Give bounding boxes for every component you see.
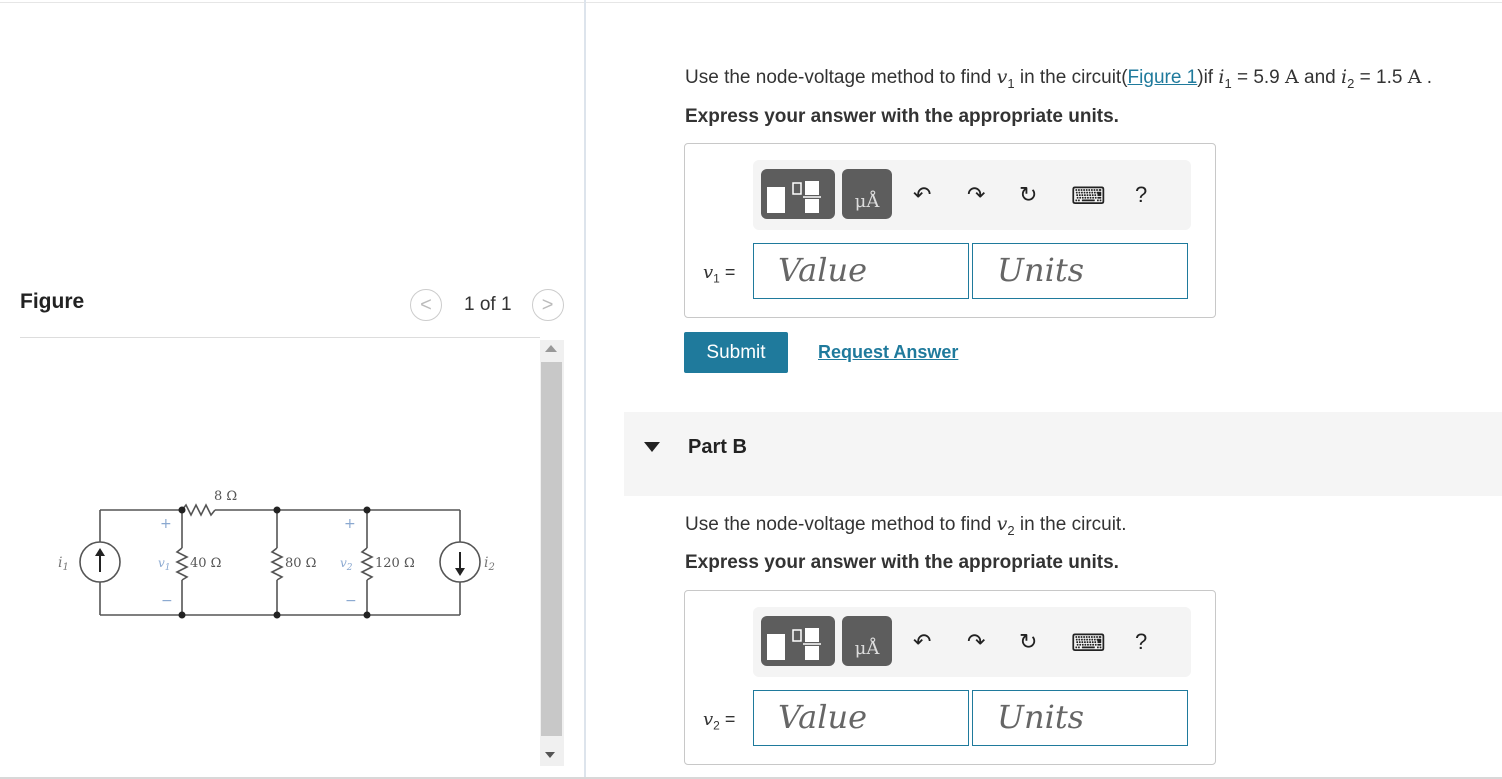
figure-divider [20, 337, 540, 338]
scroll-down-arrow-icon[interactable] [545, 752, 555, 758]
next-figure-button[interactable]: > [531, 289, 564, 321]
and-text: and [1298, 67, 1342, 88]
r120-label: 120 Ω [375, 556, 415, 571]
q-end: . [1421, 67, 1432, 88]
part-a-q-var-sub: 1 [1007, 75, 1015, 91]
v2-label: v2 [340, 556, 353, 573]
figure-scrollbar[interactable] [540, 340, 564, 766]
part-a-question: Use the node-voltage method to find v1 i… [685, 66, 1432, 91]
figure-pane: Figure < 1 of 1 > 8 Ω 40 Ω 80 Ω 120 Ω i1… [0, 0, 584, 779]
part-a-answer-box: μÅ ↶ ↷ ↻ ⌨ ? v1 = Value Units [684, 143, 1216, 318]
collapse-triangle-icon[interactable] [644, 442, 660, 452]
units-button[interactable]: μÅ [842, 616, 892, 666]
templates-button[interactable] [761, 616, 835, 666]
templates-icon [767, 181, 821, 213]
part-b-units-input[interactable]: Units [972, 690, 1188, 746]
v1-label: v1 [158, 556, 171, 573]
pager-text: 1 of 1 [464, 294, 512, 315]
part-a-instruction: Express your answer with the appropriate… [685, 106, 1119, 127]
submit-button[interactable]: Submit [684, 332, 788, 373]
part-a-toolbar: μÅ ↶ ↷ ↻ ⌨ ? [753, 160, 1191, 230]
scroll-up-arrow-icon[interactable] [545, 345, 557, 352]
pane-divider [584, 0, 586, 779]
redo-icon[interactable]: ↷ [967, 629, 985, 655]
templates-button[interactable] [761, 169, 835, 219]
r8-label: 8 Ω [214, 489, 237, 504]
part-b-header[interactable]: Part B [624, 412, 1502, 496]
reset-icon[interactable]: ↻ [1019, 182, 1037, 208]
help-icon[interactable]: ? [1135, 182, 1147, 208]
chevron-left-icon: < [420, 293, 432, 316]
scroll-thumb[interactable] [541, 362, 562, 736]
prev-figure-button[interactable]: < [410, 289, 442, 321]
part-a-units-input[interactable]: Units [972, 243, 1188, 299]
part-a-q-after-link: )if [1197, 67, 1219, 88]
part-b-toolbar: μÅ ↶ ↷ ↻ ⌨ ? [753, 607, 1191, 677]
redo-icon[interactable]: ↷ [967, 182, 985, 208]
figure-title: Figure [20, 290, 85, 313]
undo-icon[interactable]: ↶ [913, 629, 931, 655]
keyboard-icon[interactable]: ⌨ [1071, 182, 1106, 211]
part-a-q-text: Use the node-voltage method to find [685, 67, 997, 88]
r40-label: 40 Ω [190, 556, 221, 571]
i2-unit: A [1407, 66, 1422, 88]
help-icon[interactable]: ? [1135, 629, 1147, 655]
undo-icon[interactable]: ↶ [913, 182, 931, 208]
part-b-value-input[interactable]: Value [753, 690, 969, 746]
part-b-answer-box: μÅ ↶ ↷ ↻ ⌨ ? v2 = Value Units [684, 590, 1216, 765]
request-answer-link[interactable]: Request Answer [818, 342, 958, 363]
part-b-title: Part B [688, 436, 747, 458]
i2-label: i2 [484, 555, 495, 573]
templates-icon [767, 628, 821, 660]
reset-icon[interactable]: ↻ [1019, 629, 1037, 655]
part-a-var-label: v1 = [703, 262, 736, 286]
v1-plus: + [160, 516, 172, 532]
v2-plus: + [344, 516, 356, 532]
v1-minus: − [161, 593, 173, 609]
i1-label: i1 [58, 555, 69, 573]
units-button[interactable]: μÅ [842, 169, 892, 219]
v2-minus: − [345, 593, 357, 609]
i1-sub: 1 [1224, 75, 1232, 91]
chevron-right-icon: > [541, 293, 554, 316]
figure-pager: < 1 of 1 > [410, 289, 564, 321]
i1-unit: A [1285, 66, 1299, 88]
part-a-value-input[interactable]: Value [753, 243, 969, 299]
i2-value: = 1.5 [1354, 67, 1408, 88]
part-a-q-var: v [996, 66, 1008, 88]
part-b-instruction: Express your answer with the appropriate… [685, 552, 1119, 573]
figure-1-link[interactable]: Figure 1 [1128, 67, 1198, 88]
keyboard-icon[interactable]: ⌨ [1071, 629, 1106, 658]
part-a-q-mid: in the circuit( [1014, 67, 1128, 88]
circuit-diagram: 8 Ω 40 Ω 80 Ω 120 Ω i1 i2 v1 v2 + − + − [58, 489, 495, 619]
part-b-question: Use the node-voltage method to find v2 i… [685, 513, 1127, 538]
r80-label: 80 Ω [285, 556, 316, 571]
i1-value: = 5.9 [1231, 67, 1286, 88]
part-b-var-label: v2 = [703, 709, 736, 733]
